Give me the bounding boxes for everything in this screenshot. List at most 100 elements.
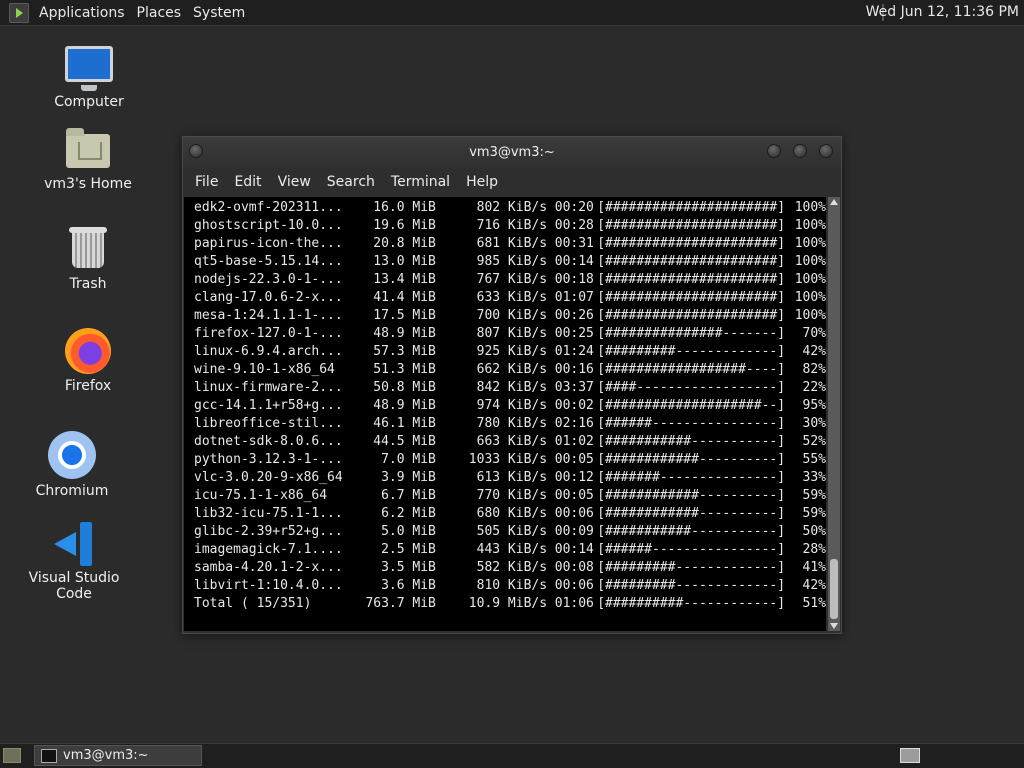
terminal-cell-time: 01:24 xyxy=(554,344,594,359)
terminal-cell-pct: 33% xyxy=(802,470,827,485)
terminal-cell-speed: 767 KiB/s xyxy=(476,272,548,287)
terminal-cell-time: 01:02 xyxy=(554,434,594,449)
terminal-cell-name: nodejs-22.3.0-1-... xyxy=(194,272,343,287)
terminal-icon xyxy=(41,748,57,763)
applications-logo-icon[interactable] xyxy=(9,2,29,23)
menu-file[interactable]: File xyxy=(187,174,226,190)
terminal-cell-speed: 802 KiB/s xyxy=(476,200,548,215)
scroll-down-icon[interactable] xyxy=(830,623,838,629)
workspace-switcher[interactable] xyxy=(900,748,920,763)
terminal-cell-time: 00:20 xyxy=(554,200,594,215)
desktop-icon-trash[interactable]: Trash xyxy=(48,227,128,292)
desktop-icon-home[interactable]: vm3's Home xyxy=(38,128,138,192)
terminal-row: clang-17.0.6-2-x... 41.4 MiB 633 KiB/s 01:0… xyxy=(194,289,826,307)
terminal-cell-size: 48.9 MiB xyxy=(373,326,436,341)
terminal-cell-pct: 100% xyxy=(794,200,827,215)
menu-view[interactable]: View xyxy=(270,174,319,190)
desktop-icon-computer[interactable]: Computer xyxy=(44,46,134,110)
terminal-cell-time: 00:02 xyxy=(554,398,594,413)
window-titlebar[interactable]: vm3@vm3:~ xyxy=(183,137,841,167)
terminal-cell-name: mesa-1:24.1.1-1-... xyxy=(194,308,343,323)
scrollbar-thumb[interactable] xyxy=(830,559,838,619)
terminal-cell-bar: [####################--] xyxy=(597,398,786,413)
terminal-cell-bar: [######################] xyxy=(597,254,786,269)
terminal-row: glibc-2.39+r52+g... 5.0 MiB 505 KiB/s 00:09… xyxy=(194,523,826,541)
terminal-cell-name: edk2-ovmf-202311... xyxy=(194,200,343,215)
terminal-cell-size: 41.4 MiB xyxy=(373,290,436,305)
terminal-cell-size: 6.2 MiB xyxy=(381,506,436,521)
terminal-scrollbar[interactable] xyxy=(828,197,840,631)
terminal-cell-pct: 42% xyxy=(802,578,827,593)
terminal-cell-pct: 42% xyxy=(802,344,827,359)
clock[interactable]: Wed Jun 12, 11:36 PM xyxy=(866,4,1019,20)
terminal-cell-bar: [#########-------------] xyxy=(597,578,786,593)
desktop-icon-chromium[interactable]: Chromium xyxy=(32,431,112,499)
terminal-output[interactable]: edk2-ovmf-202311... 16.0 MiB 802 KiB/s 00:2… xyxy=(184,197,826,631)
taskbar-label: vm3@vm3:~ xyxy=(63,748,149,763)
menu-applications[interactable]: Applications xyxy=(35,5,133,21)
terminal-cell-bar: [####------------------] xyxy=(597,380,786,395)
terminal-row: samba-4.20.1-2-x... 3.5 MiB 582 KiB/s 00:08… xyxy=(194,559,826,577)
terminal-cell-time: 00:05 xyxy=(554,452,594,467)
terminal-cell-pct: 22% xyxy=(802,380,827,395)
terminal-cell-bar: [######################] xyxy=(597,236,786,251)
terminal-row: libreoffice-stil... 46.1 MiB 780 KiB/s 02:1… xyxy=(194,415,826,433)
desktop-icon-vscode[interactable]: Visual Studio Code xyxy=(12,522,136,602)
terminal-cell-pct: 82% xyxy=(802,362,827,377)
terminal-row: vlc-3.0.20-9-x86_64 3.9 MiB 613 KiB/s 00:12… xyxy=(194,469,826,487)
terminal-cell-bar: [############----------] xyxy=(597,452,786,467)
terminal-cell-speed: 681 KiB/s xyxy=(476,236,548,251)
terminal-row: firefox-127.0-1-... 48.9 MiB 807 KiB/s 00:2… xyxy=(194,325,826,343)
trash-icon xyxy=(69,227,107,268)
terminal-cell-pct: 51% xyxy=(802,596,827,611)
menu-search[interactable]: Search xyxy=(319,174,383,190)
terminal-cell-bar: [#########-------------] xyxy=(597,560,786,575)
terminal-row: wine-9.10-1-x86_64 51.3 MiB 662 KiB/s 00:16… xyxy=(194,361,826,379)
terminal-cell-name: Total ( 15/351) xyxy=(194,596,312,611)
terminal-cell-time: 01:07 xyxy=(554,290,594,305)
terminal-cell-speed: 716 KiB/s xyxy=(476,218,548,233)
terminal-cell-name: linux-firmware-2... xyxy=(194,380,343,395)
terminal-cell-time: 00:18 xyxy=(554,272,594,287)
show-desktop-icon[interactable] xyxy=(3,748,21,763)
terminal-cell-name: glibc-2.39+r52+g... xyxy=(194,524,343,539)
desktop-icon-label: Trash xyxy=(69,276,107,292)
terminal-cell-bar: [######################] xyxy=(597,218,786,233)
terminal-cell-speed: 10.9 MiB/s xyxy=(468,596,548,611)
menu-edit[interactable]: Edit xyxy=(226,174,269,190)
menu-places[interactable]: Places xyxy=(133,5,190,21)
menu-system[interactable]: System xyxy=(189,5,253,21)
terminal-cell-time: 00:16 xyxy=(554,362,594,377)
terminal-cell-pct: 100% xyxy=(794,218,827,233)
terminal-cell-speed: 505 KiB/s xyxy=(476,524,548,539)
terminal-cell-size: 44.5 MiB xyxy=(373,434,436,449)
window-title: vm3@vm3:~ xyxy=(469,145,555,160)
terminal-cell-speed: 633 KiB/s xyxy=(476,290,548,305)
terminal-cell-bar: [######################] xyxy=(597,272,786,287)
terminal-cell-pct: 52% xyxy=(802,434,827,449)
terminal-row: libvirt-1:10.4.0... 3.6 MiB 810 KiB/s 00:06… xyxy=(194,577,826,595)
terminal-cell-name: firefox-127.0-1-... xyxy=(194,326,343,341)
terminal-row: gcc-14.1.1+r58+g... 48.9 MiB 974 KiB/s 00:0… xyxy=(194,397,826,415)
terminal-cell-name: dotnet-sdk-8.0.6... xyxy=(194,434,343,449)
desktop-icon-label: Computer xyxy=(54,94,124,110)
terminal-cell-pct: 28% xyxy=(802,542,827,557)
maximize-icon[interactable] xyxy=(793,144,807,158)
scroll-up-icon[interactable] xyxy=(830,199,838,205)
desktop-icon-firefox[interactable]: Firefox xyxy=(48,328,128,394)
terminal-cell-time: 00:12 xyxy=(554,470,594,485)
terminal-cell-size: 2.5 MiB xyxy=(381,542,436,557)
terminal-row: ghostscript-10.0... 19.6 MiB 716 KiB/s 00:2… xyxy=(194,217,826,235)
terminal-cell-speed: 780 KiB/s xyxy=(476,416,548,431)
menu-help[interactable]: Help xyxy=(458,174,506,190)
terminal-cell-time: 00:31 xyxy=(554,236,594,251)
minimize-icon[interactable] xyxy=(767,144,781,158)
menu-terminal[interactable]: Terminal xyxy=(383,174,458,190)
terminal-row: dotnet-sdk-8.0.6... 44.5 MiB 663 KiB/s 01:0… xyxy=(194,433,826,451)
terminal-cell-speed: 700 KiB/s xyxy=(476,308,548,323)
terminal-cell-time: 00:26 xyxy=(554,308,594,323)
terminal-cell-pct: 41% xyxy=(802,560,827,575)
taskbar-button-terminal[interactable]: vm3@vm3:~ xyxy=(34,745,202,766)
close-icon[interactable] xyxy=(819,144,833,158)
terminal-cell-time: 00:25 xyxy=(554,326,594,341)
